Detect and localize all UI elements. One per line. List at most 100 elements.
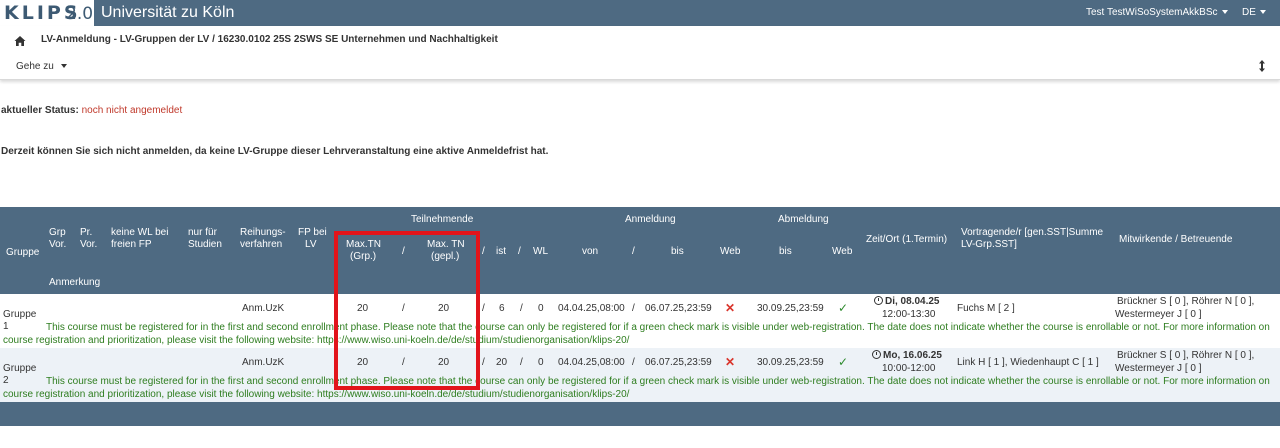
row-ist: 20 [496, 357, 508, 368]
university-name: Universität zu Köln [101, 4, 235, 21]
col-grp-vor-2: Vor. [49, 239, 67, 250]
top-bar: KLIPS 2.0 Universität zu Köln Test TestW… [0, 0, 1280, 26]
row-remark-1: This course must be registered for in th… [46, 322, 1270, 333]
row-time: 12:00-13:30 [882, 309, 936, 320]
row-slash: / [482, 303, 485, 314]
row-slash: / [520, 357, 523, 368]
row-reihung: Anm.UzK [242, 303, 285, 314]
row-wl: 0 [538, 303, 544, 314]
chevron-down-icon [1259, 10, 1266, 15]
col-anmeldung: Anmeldung [625, 214, 676, 225]
col-anm-von: von [582, 246, 599, 257]
row-abm-bis: 30.09.25,23:59 [757, 303, 824, 314]
close-icon: ✕ [725, 355, 736, 369]
col-fp-1: FP bei [298, 227, 327, 238]
col-grp-vor-1: Grp [49, 227, 66, 238]
col-fp-2: LV [305, 239, 317, 250]
row-anm-von: 04.04.25,08:00 [558, 303, 625, 314]
col-abm-web: Web [832, 246, 853, 257]
col-slash: / [482, 246, 485, 257]
chevron-down-icon [60, 64, 67, 69]
row-gruppe: Gruppe [3, 363, 37, 374]
table-footer [0, 402, 1280, 426]
logo-version: 2.0 [66, 4, 94, 24]
row-ist: 6 [499, 303, 505, 314]
row-remark-1: This course must be registered for in th… [46, 376, 1270, 387]
clock-icon [874, 296, 883, 305]
chevron-down-icon [1221, 10, 1228, 15]
highlight-box [334, 231, 480, 390]
row-mitwirkende-2[interactable]: Westermeyer J [ 0 ] [1115, 363, 1202, 375]
check-icon: ✓ [838, 301, 849, 315]
row-gruppe-number: 2 [3, 375, 9, 386]
row-gruppe-number: 1 [3, 321, 9, 332]
row-date[interactable]: Di, 08.04.25 [874, 296, 939, 308]
row-mitwirkende-1[interactable]: Brückner S [ 0 ], Röhrer N [ 0 ], [1117, 296, 1254, 308]
col-pr-vor-2: Vor. [80, 239, 98, 250]
col-teilnehmende: Teilnehmende [411, 214, 474, 225]
col-zeit-ort: Zeit/Ort (1.Termin) [866, 234, 948, 245]
col-keine-wl-2: freien FP [111, 239, 152, 250]
breadcrumb: LV-Anmeldung - LV-Gruppen der LV / 16230… [41, 34, 498, 45]
col-abmeldung: Abmeldung [778, 214, 829, 225]
row-gruppe: Gruppe [3, 309, 37, 320]
col-vortragende-1: Vortragende/r [gen.SST|Summe [961, 227, 1104, 238]
row-anm-bis: 06.07.25,23:59 [645, 303, 712, 314]
status-value: noch nicht angemeldet [81, 105, 183, 116]
col-wl: WL [533, 246, 548, 257]
row-vortragende[interactable]: Fuchs M [ 2 ] [957, 303, 1015, 315]
col-reihung-1: Reihungs- [240, 227, 286, 238]
row-remark-2: course registration and prioritization, … [3, 335, 630, 346]
row-slash: / [482, 357, 485, 368]
col-reihung-2: verfahren [240, 239, 283, 250]
row-anm-von: 04.04.25,08:00 [558, 357, 625, 368]
col-anmerkung: Anmerkung [49, 277, 101, 288]
clock-icon [872, 350, 881, 359]
goto-menu[interactable]: Gehe zu [16, 61, 67, 72]
col-mitwirkende: Mitwirkende / Betreuende [1119, 234, 1233, 245]
goto-label: Gehe zu [16, 61, 54, 72]
row-mitwirkende-2[interactable]: Westermeyer J [ 0 ] [1115, 309, 1202, 321]
breadcrumb-bar: LV-Anmeldung - LV-Gruppen der LV / 16230… [0, 26, 1280, 80]
klips-logo[interactable]: KLIPS 2.0 [0, 0, 94, 26]
row-wl: 0 [538, 357, 544, 368]
close-icon: ✕ [725, 301, 736, 315]
home-icon[interactable] [14, 35, 26, 47]
language-label: DE [1242, 7, 1256, 18]
row-remark-2: course registration and prioritization, … [3, 389, 630, 400]
status-label: aktueller Status: [1, 105, 79, 116]
row-date[interactable]: Mo, 16.06.25 [872, 350, 942, 362]
table-row: Gruppe 1 Anm.UzK 20 / 20 / 6 / 0 04.04.2… [0, 294, 1280, 348]
row-anm-bis: 06.07.25,23:59 [645, 357, 712, 368]
col-anm-web: Web [720, 246, 741, 257]
col-abm-bis: bis [779, 246, 792, 257]
col-ist: ist [496, 246, 506, 257]
col-nur-fuer-1: nur für [188, 227, 217, 238]
row-mitwirkende-1[interactable]: Brückner S [ 0 ], Röhrer N [ 0 ], [1117, 350, 1254, 362]
row-time: 10:00-12:00 [882, 363, 936, 374]
row-slash: / [520, 303, 523, 314]
col-keine-wl-1: keine WL bei [111, 227, 169, 238]
language-menu[interactable]: DE [1242, 7, 1266, 18]
col-vortragende-2: LV-Grp.SST] [961, 239, 1017, 250]
row-date-text: Di, 08.04.25 [885, 296, 940, 307]
row-reihung: Anm.UzK [242, 357, 285, 368]
row-abm-bis: 30.09.25,23:59 [757, 357, 824, 368]
row-date-text: Mo, 16.06.25 [883, 350, 942, 361]
col-gruppe: Gruppe [6, 247, 40, 258]
col-slash: / [518, 246, 521, 257]
row-slash: / [632, 303, 635, 314]
row-vortragende[interactable]: Link H [ 1 ], Wiedenhaupt C [ 1 ] [957, 357, 1099, 369]
col-nur-fuer-2: Studien [188, 239, 222, 250]
registration-notice: Derzeit können Sie sich nicht anmelden, … [1, 146, 549, 157]
table-row: Gruppe 2 Anm.UzK 20 / 20 / 20 / 0 04.04.… [0, 348, 1280, 402]
row-slash: / [632, 357, 635, 368]
table-header: Gruppe Grp Vor. Pr. Vor. keine WL bei fr… [0, 207, 1280, 294]
col-pr-vor-1: Pr. [80, 227, 93, 238]
check-icon: ✓ [838, 355, 849, 369]
col-slash: / [632, 246, 635, 257]
status-line: aktueller Status: noch nicht angemeldet [1, 105, 182, 116]
user-name: Test TestWiSoSystemAkkBSc [1086, 7, 1218, 18]
expand-vertical-icon[interactable] [1257, 60, 1267, 72]
user-menu[interactable]: Test TestWiSoSystemAkkBSc [1086, 7, 1228, 18]
